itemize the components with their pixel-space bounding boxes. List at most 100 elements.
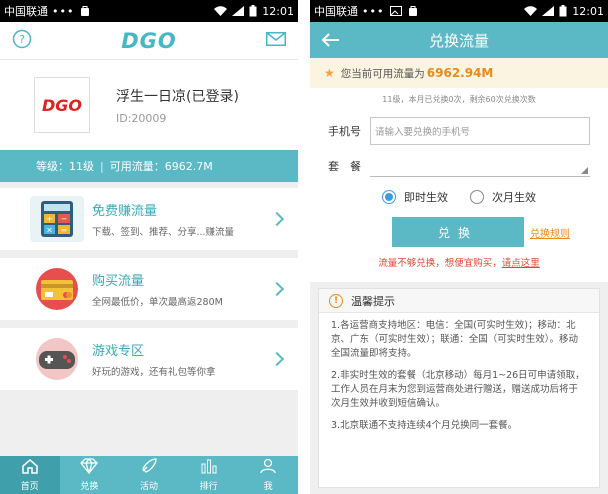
radio-unchecked-icon [470,190,484,204]
package-select[interactable] [370,155,590,177]
avatar: DGO [34,77,90,133]
tips-header: ! 温馨提示 [319,289,599,313]
notice-value: 6962.94M [426,66,494,80]
svg-text:×: × [46,226,53,235]
tips-section: ! 温馨提示 1.各运营商支持地区：电信：全国(可实时生效)；移动：北京、广东（… [310,282,608,494]
tab-label: 排行 [199,482,218,492]
menu-title: 购买流量 [92,274,145,289]
battery-icon [249,5,257,17]
home-header: ? DGO [0,22,298,60]
home-icon [21,458,39,478]
profile-card[interactable]: DGO 浮生一日凉(已登录) ID:20009 [0,60,298,150]
notice-text: 您当前可用流量为 [340,67,425,80]
menu-item-free-flow[interactable]: + − × = 免费赚流量 下载、签到、推荐、分享...赚流量 [0,188,298,250]
user-icon [259,458,277,478]
menu-title: 游戏专区 [92,344,145,359]
radio-checked-icon [382,190,396,204]
user-id: ID:20009 [116,111,167,125]
avatar-logo: DGO [41,95,82,115]
buy-here-link[interactable]: 请点这里 [502,258,540,269]
package-row: 套 餐 [310,155,608,177]
exchange-button[interactable]: 兑换 [392,217,524,247]
rules-link[interactable]: 兑换规则 [530,225,570,240]
phone-input[interactable]: 请输入要兑换的手机号 [370,117,590,145]
image-notification-icon [390,6,403,16]
low-flow-hint: 流量不够兑换，想便宜购买，请点这里 [310,255,608,269]
question-circle-icon[interactable]: ? [12,29,32,53]
status-bar: 中国联通 ••• 12:01 [310,0,608,22]
star-icon: ★ [324,66,335,80]
diamond-icon [80,457,99,478]
warning-icon: ! [329,293,343,308]
level-label: 等级：11级 [36,160,94,173]
back-arrow-icon[interactable] [321,32,340,51]
battery-icon [559,5,567,17]
tips-box: ! 温馨提示 1.各运营商支持地区：电信：全国(可实时生效)；移动：北京、广东（… [318,288,600,488]
svg-text:=: = [61,226,68,235]
level-flow-bar: 等级：11级 | 可用流量：6962.7M [0,150,298,182]
status-bar: 中国联通 ••• 12:01 [0,0,298,22]
gamepad-icon [30,336,84,382]
tips-title: 温馨提示 [351,294,395,308]
tab-label: 我 [263,482,273,492]
radio-label: 次月生效 [492,191,536,204]
package-label: 套 餐 [328,160,361,173]
clock: 12:01 [572,4,604,18]
wifi-icon [524,6,538,16]
tab-ranking[interactable]: 排行 [179,456,239,494]
credit-card-icon [30,266,84,312]
wifi-icon [214,6,228,16]
svg-text:?: ? [19,33,25,46]
menu-title: 免费赚流量 [92,204,158,219]
menu-desc: 好玩的游戏，还有礼包等你拿 [92,367,216,378]
rocket-icon [140,458,158,478]
app-notification-icon [408,5,418,17]
tab-me[interactable]: 我 [238,456,298,494]
menu-item-games[interactable]: 游戏专区 好玩的游戏，还有礼包等你拿 [0,328,298,390]
menu-desc: 下载、签到、推荐、分享...赚流量 [92,227,235,238]
svg-text:−: − [61,215,68,224]
tab-exchange[interactable]: 兑换 [60,456,120,494]
bottom-tab-bar: 首页 兑换 活动 排行 我 [0,456,298,494]
carrier-label: 中国联通 [314,5,358,18]
home-screen: 中国联通 ••• 12:01 ? DGO DGO 浮生一日凉(已登录) ID:2… [0,0,298,494]
menu-desc: 全网最低价，单次最高返280M [92,297,223,308]
tab-label: 首页 [20,482,39,492]
page-title: 兑换流量 [428,31,489,50]
mail-icon[interactable] [266,31,286,50]
chevron-right-icon [269,281,285,297]
radio-instant[interactable]: 即时生效 [382,189,448,205]
signal-icon [542,6,555,16]
divider: | [100,159,104,173]
menu-item-buy-flow[interactable]: 购买流量 全网最低价，单次最高返280M [0,258,298,320]
radio-next-month[interactable]: 次月生效 [470,189,536,205]
phone-placeholder: 请输入要兑换的手机号 [375,127,471,138]
app-notification-icon [80,5,90,17]
exchange-header: 兑换流量 [310,22,608,58]
clock: 12:01 [262,4,294,18]
bar-chart-icon [200,458,218,478]
chevron-right-icon [269,351,285,367]
notification-dots: ••• [52,4,75,18]
flow-notice: ★ 您当前可用流量为 6962.94M [310,58,608,88]
tips-body: 1.各运营商支持地区：电信：全国(可实时生效)；移动：北京、广东（可实时生效）；… [319,313,599,433]
phone-row: 手机号 请输入要兑换的手机号 [310,117,608,145]
tab-activity[interactable]: 活动 [119,456,179,494]
exchange-screen: 中国联通 ••• 12:01 兑换流量 ★ 您当前可用流量为 6962.94M … [310,0,608,494]
exchange-count-info: 11级，本月已兑换0次，剩余60次兑换次数 [382,95,536,104]
tab-label: 活动 [139,482,158,492]
app-logo: DGO [121,28,177,53]
tab-home[interactable]: 首页 [0,456,60,494]
low-flow-text: 流量不够兑换，想便宜购买， [378,258,502,269]
notification-dots: ••• [362,4,385,18]
tip-item: 1.各运营商支持地区：电信：全国(可实时生效)；移动：北京、广东（可实时生效）；… [331,320,579,359]
chevron-right-icon [269,211,285,227]
tip-item: 3.北京联通不支持连续4个月兑换同一套餐。 [331,420,518,431]
phone-label: 手机号 [328,125,361,138]
radio-label: 即时生效 [404,191,448,204]
effect-radio-group: 即时生效 次月生效 [310,189,608,205]
username: 浮生一日凉(已登录) [116,88,239,105]
tab-label: 兑换 [80,482,99,492]
svg-text:+: + [46,215,53,224]
carrier-label: 中国联通 [4,5,48,18]
